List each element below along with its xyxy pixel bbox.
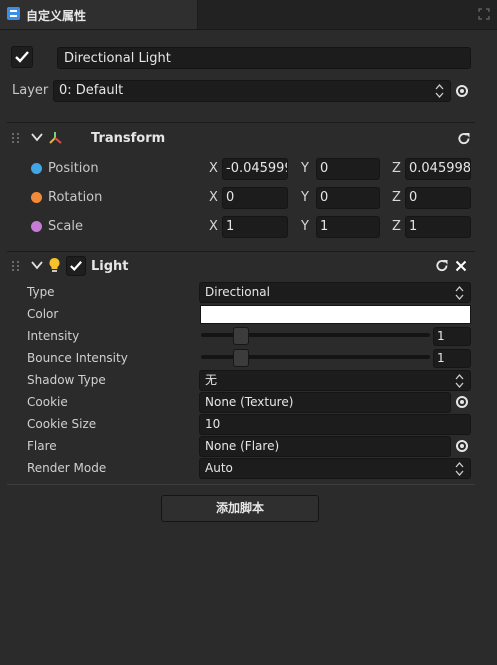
divider bbox=[7, 484, 475, 485]
position-z-field[interactable]: 0.0459985 bbox=[405, 158, 471, 180]
axis-x-label: X bbox=[209, 219, 218, 234]
axis-x-label: X bbox=[209, 190, 218, 205]
rotation-x-field[interactable]: 0 bbox=[222, 187, 288, 209]
light-bulb-icon bbox=[49, 258, 60, 272]
cookie-size-value: 10 bbox=[205, 417, 221, 431]
updown-chevron-icon bbox=[455, 286, 464, 300]
position-dot-icon bbox=[31, 163, 42, 174]
intensity-slider-thumb[interactable] bbox=[232, 327, 249, 345]
axis-y-label: Y bbox=[301, 161, 309, 176]
shadow-type-value: 无 bbox=[205, 373, 218, 387]
layer-target-icon[interactable] bbox=[456, 85, 468, 97]
type-label: Type bbox=[27, 285, 55, 299]
reset-icon[interactable] bbox=[435, 259, 449, 273]
chevron-down-icon[interactable] bbox=[31, 261, 43, 270]
drag-handle-icon[interactable] bbox=[12, 261, 22, 273]
bounce-intensity-slider-thumb[interactable] bbox=[232, 349, 249, 367]
tab-bar: 自定义属性 bbox=[0, 0, 497, 30]
transform-axes-icon bbox=[49, 132, 62, 144]
chevron-down-icon[interactable] bbox=[31, 133, 43, 142]
position-label: Position bbox=[48, 161, 99, 176]
scale-label: Scale bbox=[48, 219, 83, 234]
layer-label: Layer bbox=[12, 83, 49, 98]
add-script-button[interactable]: 添加脚本 bbox=[161, 495, 319, 522]
shadow-type-select[interactable]: 无 bbox=[199, 370, 471, 391]
color-label: Color bbox=[27, 307, 59, 321]
tab-title: 自定义属性 bbox=[26, 9, 87, 23]
cookie-size-field[interactable]: 10 bbox=[199, 414, 471, 435]
intensity-field[interactable]: 1 bbox=[433, 327, 471, 346]
axis-z-label: Z bbox=[392, 190, 401, 205]
render-mode-value: Auto bbox=[205, 461, 233, 475]
scale-y-field[interactable]: 1 bbox=[316, 216, 380, 238]
rotation-label: Rotation bbox=[48, 190, 103, 205]
rotation-dot-icon bbox=[31, 192, 42, 203]
render-mode-select[interactable]: Auto bbox=[199, 458, 471, 479]
tab-custom-properties[interactable]: 自定义属性 bbox=[0, 0, 198, 29]
flare-field[interactable]: None (Flare) bbox=[199, 436, 451, 457]
drag-handle-icon[interactable] bbox=[12, 133, 22, 145]
divider bbox=[7, 251, 475, 252]
color-swatch[interactable] bbox=[200, 305, 471, 324]
cookie-target-icon[interactable] bbox=[456, 396, 468, 408]
light-title: Light bbox=[91, 259, 129, 274]
updown-chevron-icon bbox=[455, 462, 464, 476]
active-checkbox[interactable] bbox=[11, 46, 33, 68]
object-name-input[interactable] bbox=[57, 47, 471, 69]
reset-icon[interactable] bbox=[457, 132, 471, 146]
rotation-z-field[interactable]: 0 bbox=[405, 187, 471, 209]
axis-z-label: Z bbox=[392, 161, 401, 176]
axis-z-label: Z bbox=[392, 219, 401, 234]
scale-z-field[interactable]: 1 bbox=[405, 216, 471, 238]
axis-x-label: X bbox=[209, 161, 218, 176]
cookie-size-label: Cookie Size bbox=[27, 417, 97, 431]
updown-chevron-icon bbox=[455, 374, 464, 388]
type-value: Directional bbox=[205, 285, 270, 299]
updown-chevron-icon bbox=[435, 84, 444, 98]
bounce-intensity-field[interactable]: 1 bbox=[433, 349, 471, 368]
bounce-intensity-label: Bounce Intensity bbox=[27, 351, 128, 365]
divider bbox=[7, 122, 475, 123]
flare-target-icon[interactable] bbox=[456, 440, 468, 452]
type-select[interactable]: Directional bbox=[199, 282, 471, 303]
flare-label: Flare bbox=[27, 439, 57, 453]
cookie-label: Cookie bbox=[27, 395, 68, 409]
light-enabled-checkbox[interactable] bbox=[66, 256, 86, 276]
flare-value: None (Flare) bbox=[205, 439, 280, 453]
shadow-type-label: Shadow Type bbox=[27, 373, 106, 387]
axis-y-label: Y bbox=[301, 219, 309, 234]
close-icon[interactable] bbox=[455, 260, 467, 272]
position-y-field[interactable]: 0 bbox=[316, 158, 380, 180]
axis-y-label: Y bbox=[301, 190, 309, 205]
position-x-field[interactable]: -0.045999 bbox=[222, 158, 288, 180]
properties-icon bbox=[7, 7, 20, 20]
cookie-value: None (Texture) bbox=[205, 395, 294, 409]
transform-title: Transform bbox=[91, 131, 166, 146]
rotation-y-field[interactable]: 0 bbox=[316, 187, 380, 209]
scale-x-field[interactable]: 1 bbox=[222, 216, 288, 238]
layer-select[interactable]: 0: Default bbox=[53, 80, 451, 102]
maximize-icon[interactable] bbox=[478, 8, 490, 20]
layer-value: 0: Default bbox=[59, 83, 124, 98]
scale-dot-icon bbox=[31, 221, 42, 232]
render-mode-label: Render Mode bbox=[27, 461, 107, 475]
intensity-label: Intensity bbox=[27, 329, 80, 343]
cookie-field[interactable]: None (Texture) bbox=[199, 392, 451, 413]
